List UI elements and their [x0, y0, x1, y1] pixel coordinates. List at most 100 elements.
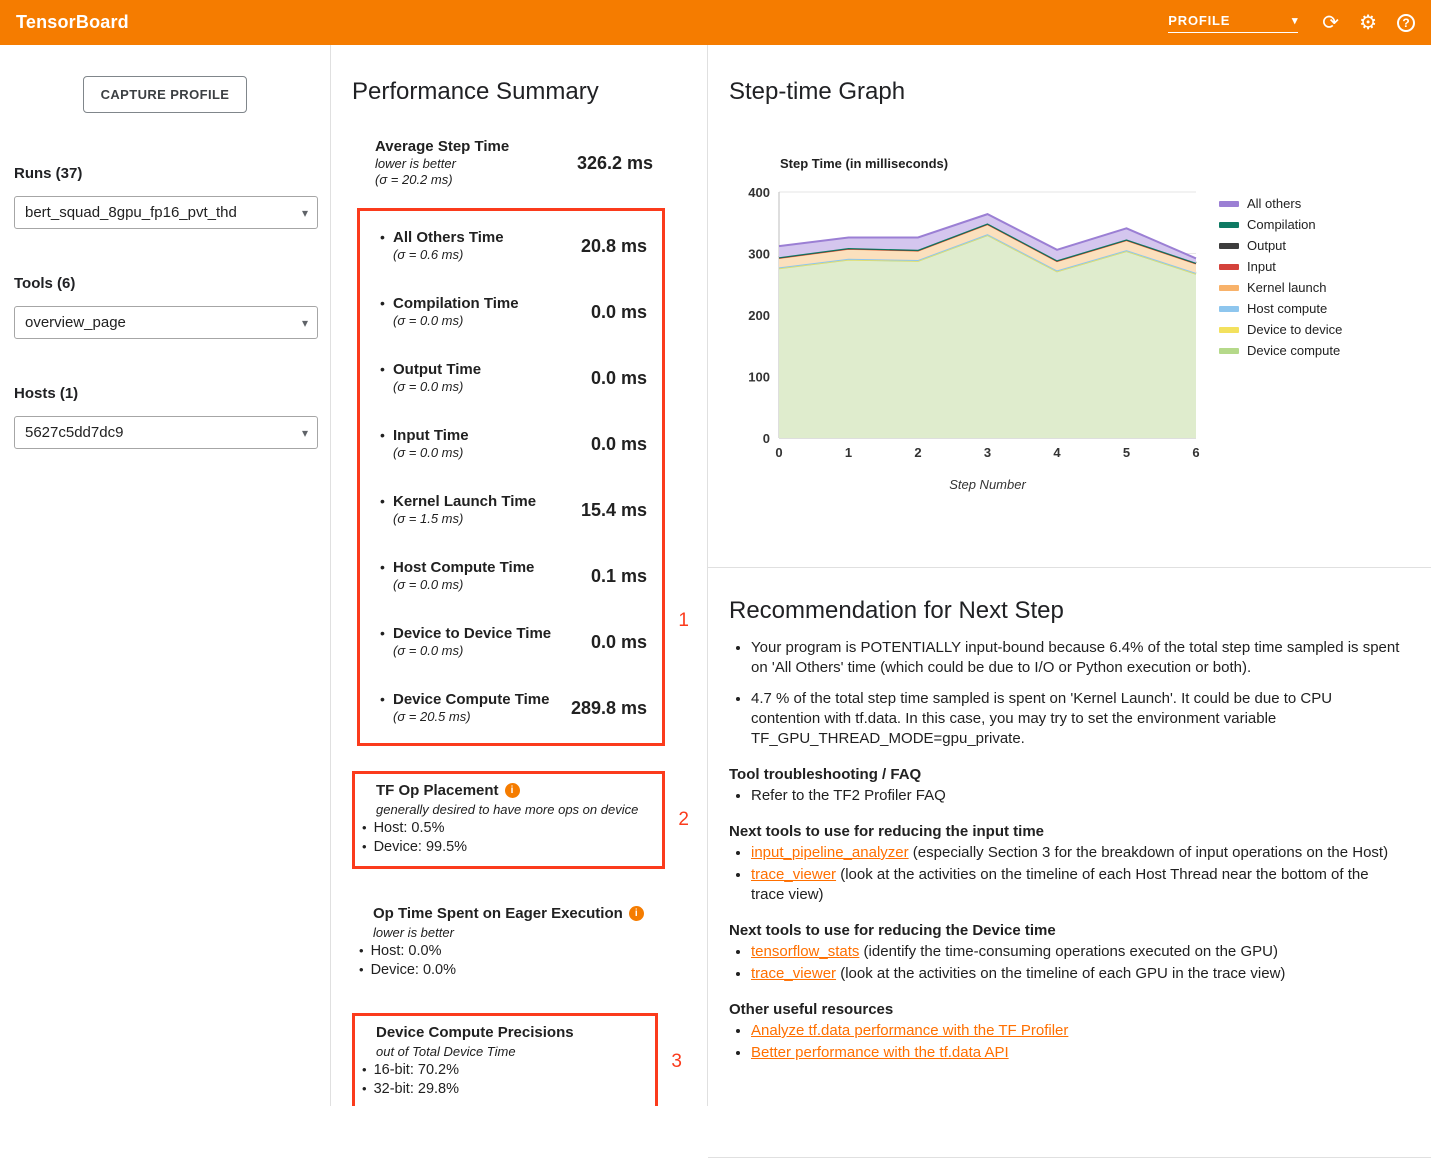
list-item: Analyze tf.data performance with the TF … [751, 1021, 1405, 1041]
input-pipeline-analyzer-link[interactable]: input_pipeline_analyzer [751, 844, 909, 861]
trace-viewer-link[interactable]: trace_viewer [751, 866, 836, 883]
list-item: Host: 0.0% [359, 942, 707, 961]
legend-swatch [1219, 348, 1239, 354]
list-item: Host: 0.5% [362, 819, 654, 838]
metric-label: Compilation Time [393, 295, 519, 313]
legend-label: Output [1247, 238, 1286, 253]
legend-swatch [1219, 264, 1239, 270]
tfdata-api-link[interactable]: Better performance with the tf.data API [751, 1044, 1009, 1061]
svg-text:6: 6 [1192, 445, 1199, 460]
app-title: TensorBoard [16, 12, 129, 33]
metric-sigma: (σ = 0.0 ms) [393, 445, 469, 461]
metric-label: All Others Time [393, 229, 504, 247]
performance-summary-title: Performance Summary [352, 78, 707, 106]
legend-swatch [1219, 306, 1239, 312]
legend-label: Compilation [1247, 217, 1316, 232]
info-icon[interactable]: i [629, 906, 644, 921]
capture-profile-button[interactable]: CAPTURE PROFILE [83, 76, 248, 113]
metric-sigma: (σ = 0.6 ms) [393, 247, 504, 263]
chart-title: Step Time (in milliseconds) [780, 156, 1431, 171]
metric-value: 20.8 ms [581, 236, 647, 257]
hosts-dropdown-value: 5627c5dd7dc9 [25, 424, 123, 441]
list-item: Better performance with the tf.data API [751, 1043, 1405, 1063]
metric-sigma: (σ = 20.5 ms) [393, 709, 549, 725]
metric-row: • Host Compute Time (σ = 0.0 ms) 0.1 ms [360, 543, 662, 609]
legend-label: All others [1247, 196, 1301, 211]
metric-value: 0.0 ms [591, 434, 647, 455]
metric-row: • All Others Time (σ = 0.6 ms) 20.8 ms [360, 213, 662, 279]
list-item: tensorflow_stats (identify the time-cons… [751, 942, 1405, 962]
svg-text:2: 2 [914, 445, 921, 460]
runs-label: Runs (37) [14, 165, 318, 182]
step-time-graph-section: Step-time Graph Step Time (in millisecon… [708, 78, 1431, 568]
tfdata-performance-link[interactable]: Analyze tf.data performance with the TF … [751, 1022, 1068, 1039]
metric-sigma: (σ = 0.0 ms) [393, 577, 534, 593]
help-icon[interactable]: ? [1397, 14, 1415, 32]
tools-label: Tools (6) [14, 275, 318, 292]
item-text: Refer to the TF2 Profiler FAQ [751, 787, 946, 804]
metric-row: • Kernel Launch Time (σ = 1.5 ms) 15.4 m… [360, 477, 662, 543]
legend-item: Input [1219, 256, 1342, 277]
legend-item: Output [1219, 235, 1342, 256]
metric-row: • Device to Device Time (σ = 0.0 ms) 0.0… [360, 609, 662, 675]
refresh-icon[interactable]: ⟳ [1322, 13, 1339, 33]
metric-value: 0.0 ms [591, 632, 647, 653]
dashboard-select[interactable]: PROFILE ▾ [1168, 13, 1298, 33]
runs-dropdown[interactable]: bert_squad_8gpu_fp16_pvt_thd ▾ [14, 196, 318, 229]
legend-label: Kernel launch [1247, 280, 1327, 295]
list-item: Device: 0.0% [359, 961, 707, 980]
runs-dropdown-value: bert_squad_8gpu_fp16_pvt_thd [25, 204, 237, 221]
recommendation-bullet: Your program is POTENTIALLY input-bound … [751, 638, 1405, 678]
metric-row: • Input Time (σ = 0.0 ms) 0.0 ms [360, 411, 662, 477]
chevron-down-icon: ▾ [302, 426, 308, 440]
item-text: (especially Section 3 for the breakdown … [909, 844, 1388, 861]
svg-text:1: 1 [845, 445, 852, 460]
annotation-box-2: 2 TF Op Placement i generally desired to… [352, 771, 665, 869]
metric-label: Input Time [393, 427, 469, 445]
metric-label: Kernel Launch Time [393, 493, 536, 511]
bullet: • [380, 493, 393, 509]
legend-swatch [1219, 222, 1239, 228]
metric-value: 0.0 ms [591, 302, 647, 323]
hosts-field: Hosts (1) 5627c5dd7dc9 ▾ [14, 385, 318, 449]
list-item: trace_viewer (look at the activities on … [751, 964, 1405, 984]
section-note: generally desired to have more ops on de… [376, 802, 654, 817]
list-item: 32-bit: 29.8% [362, 1080, 647, 1099]
step-time-chart: 01002003004000123456Step Number [729, 179, 1219, 495]
recommendation-section: Recommendation for Next Step Your progra… [708, 597, 1431, 1158]
legend-swatch [1219, 201, 1239, 207]
svg-text:300: 300 [748, 247, 770, 262]
legend-swatch [1219, 285, 1239, 291]
tools-dropdown[interactable]: overview_page ▾ [14, 306, 318, 339]
svg-text:200: 200 [748, 308, 770, 323]
trace-viewer-link[interactable]: trace_viewer [751, 965, 836, 982]
legend-label: Device to device [1247, 322, 1342, 337]
svg-text:4: 4 [1053, 445, 1061, 460]
eager-execution-title: Op Time Spent on Eager Execution [373, 905, 623, 922]
metric-row: • Output Time (σ = 0.0 ms) 0.0 ms [360, 345, 662, 411]
bullet: • [380, 625, 393, 641]
annotation-box-3: 3 Device Compute Precisions out of Total… [352, 1013, 658, 1106]
gear-icon[interactable]: ⚙ [1359, 13, 1377, 33]
sidebar: CAPTURE PROFILE Runs (37) bert_squad_8gp… [0, 45, 331, 1106]
legend-item: Host compute [1219, 298, 1342, 319]
bullet: • [380, 691, 393, 707]
list-item: trace_viewer (look at the activities on … [751, 865, 1405, 905]
legend-item: All others [1219, 193, 1342, 214]
annotation-number: 1 [678, 610, 689, 632]
hosts-dropdown[interactable]: 5627c5dd7dc9 ▾ [14, 416, 318, 449]
tensorflow-stats-link[interactable]: tensorflow_stats [751, 943, 859, 960]
metric-label: Output Time [393, 361, 481, 379]
info-icon[interactable]: i [505, 783, 520, 798]
metric-value: 289.8 ms [571, 698, 647, 719]
metric-label: Device Compute Time [393, 691, 549, 709]
metric-note: lower is better [375, 156, 509, 172]
section-heading: Next tools to use for reducing the input… [729, 823, 1405, 840]
metric-row: • Device Compute Time (σ = 20.5 ms) 289.… [360, 675, 662, 741]
item-text: (look at the activities on the timeline … [836, 965, 1285, 982]
bullet: • [380, 361, 393, 377]
metric-value: 0.0 ms [591, 368, 647, 389]
section-heading: Other useful resources [729, 1001, 1405, 1018]
svg-text:400: 400 [748, 185, 770, 200]
section-note: out of Total Device Time [376, 1044, 647, 1059]
